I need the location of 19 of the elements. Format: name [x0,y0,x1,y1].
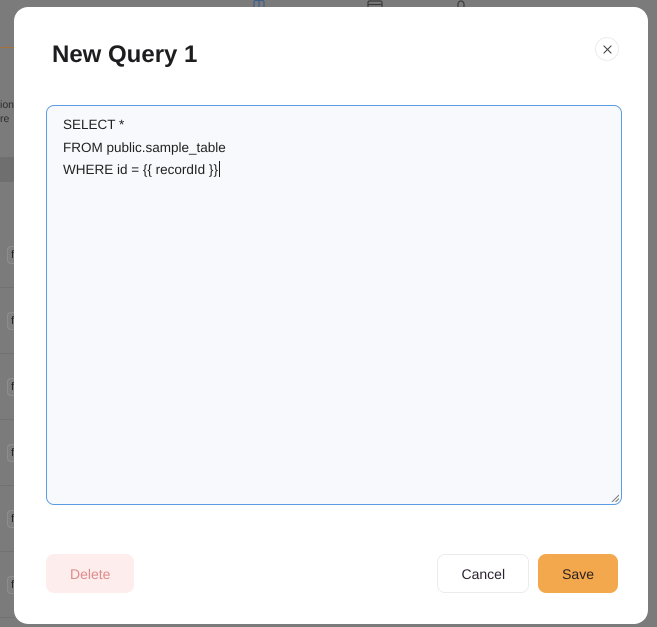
type-badge: f [7,378,14,396]
text-caret [218,161,220,177]
person-icon[interactable] [455,0,467,7]
type-badge: f [7,576,14,594]
close-icon [602,44,612,54]
cancel-button[interactable]: Cancel [437,554,530,593]
save-button[interactable]: Save [538,554,618,593]
type-badge: f [7,312,14,330]
description-text: re [0,112,10,126]
resize-grip-icon[interactable] [611,494,619,502]
type-badge: f [7,444,14,462]
type-badge: f [7,510,14,528]
query-editor[interactable]: SELECT * FROM public.sample_table WHERE id = {{ recordId }} [46,105,622,505]
close-button[interactable] [595,37,619,61]
table-icon[interactable] [367,0,383,7]
dialog-title: New Query 1 [52,40,198,69]
columns-icon[interactable] [253,0,265,7]
description-text: ion [0,99,14,112]
type-badge: f [7,246,14,264]
